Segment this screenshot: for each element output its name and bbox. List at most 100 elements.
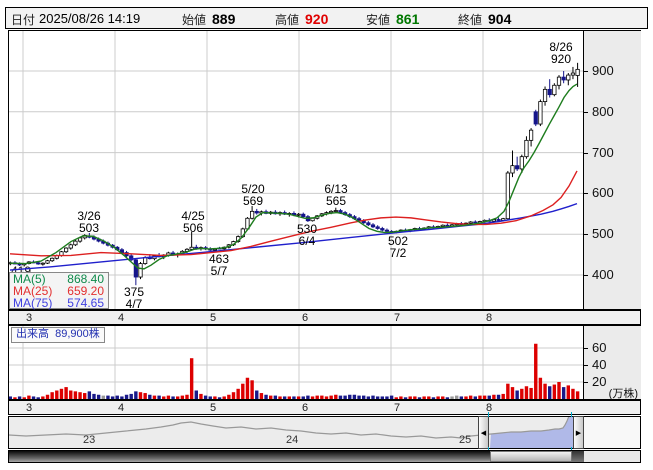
month-label: 5 — [210, 312, 217, 324]
year-label: 23 — [83, 434, 96, 446]
volume-bar — [548, 386, 552, 399]
volume-bar — [148, 394, 152, 399]
volume-bar — [348, 394, 352, 399]
volume-bar — [506, 383, 510, 399]
volume-bar — [245, 377, 250, 399]
volume-bar — [110, 396, 115, 399]
volume-bar — [362, 395, 366, 399]
year-label: 25 — [459, 434, 472, 446]
volume-bar — [213, 396, 217, 399]
volume-bar — [22, 397, 26, 399]
low-label: 安値 — [366, 13, 391, 27]
volume-bar — [455, 395, 459, 399]
volume-bar — [496, 394, 501, 399]
volume-bar — [45, 394, 50, 399]
volume-bar — [371, 395, 375, 399]
date-label: 日付 — [11, 13, 36, 27]
volume-bar — [538, 377, 543, 399]
month-label: 7 — [394, 402, 401, 414]
volume-bar — [427, 396, 431, 399]
ma75-legend-row: MA(75) 574.65 — [10, 297, 108, 309]
volume-bar — [324, 396, 329, 399]
annotation: 5/20 569 — [241, 182, 265, 208]
volume-bar — [478, 395, 482, 399]
annotation: 530 6/4 — [297, 222, 317, 248]
volume-bar — [450, 396, 454, 399]
volume-bar — [352, 394, 357, 399]
volume-bar — [50, 392, 54, 399]
candle — [296, 213, 301, 216]
annotation: 6/13 565 — [324, 182, 348, 208]
month-label: 3 — [26, 312, 33, 324]
volume-bar — [510, 387, 515, 399]
candle — [538, 101, 543, 125]
volume-bar — [292, 396, 296, 399]
range-handle-right[interactable]: ▶ — [573, 416, 584, 449]
volume-bar — [13, 397, 17, 399]
candle — [533, 111, 538, 125]
volume-bar — [306, 395, 310, 399]
volume-bar — [375, 396, 380, 399]
volume-bar — [166, 395, 171, 399]
ma75-label: MA(75) — [13, 296, 53, 310]
volume-bar — [543, 383, 547, 399]
price-tick-label: 600 — [592, 185, 614, 201]
volume-bar — [31, 396, 36, 399]
annotation: 3/26 503 — [77, 209, 101, 235]
volume-bar — [552, 384, 557, 399]
candle — [519, 156, 524, 170]
volume-bar — [236, 388, 240, 399]
volume-bar — [534, 343, 538, 399]
volume-readout: 出来高 89,900株 — [11, 327, 105, 343]
range-navigator[interactable]: ◀ ▶ 23 24 25 — [8, 413, 641, 449]
volume-bar — [557, 382, 561, 399]
volume-bar — [287, 396, 291, 399]
candle — [556, 76, 562, 86]
volume-bar — [27, 395, 31, 399]
candle — [249, 210, 255, 219]
volume-tick-label: 40 — [592, 357, 607, 372]
volume-bar — [561, 387, 566, 399]
scrollbar-thumb[interactable] — [490, 451, 572, 462]
candle — [40, 262, 45, 265]
month-label: 4 — [118, 402, 125, 414]
price-tick-label: 900 — [592, 63, 614, 78]
volume-bar — [501, 393, 505, 399]
price-tick — [584, 71, 588, 72]
volume-bar — [445, 397, 450, 399]
volume-tick — [584, 365, 588, 366]
candle — [50, 257, 55, 262]
volume-bar — [468, 395, 473, 399]
high-label: 高値 — [275, 13, 300, 27]
volume-bar — [282, 396, 287, 399]
volume-bar — [227, 394, 231, 399]
month-label: 6 — [302, 402, 309, 414]
volume-bar — [482, 395, 487, 399]
candle — [212, 248, 217, 251]
month-label: 4 — [118, 312, 125, 324]
volume-unit-label: (万株) — [608, 388, 638, 400]
candle — [73, 240, 78, 246]
volume-bar — [334, 394, 338, 399]
scrollbar[interactable] — [8, 450, 641, 463]
month-label: 7 — [394, 312, 401, 324]
volume-tick-label: 20 — [592, 374, 607, 389]
price-axis: 900 800 700 600 500 400 — [584, 31, 641, 309]
volume-bar — [231, 392, 236, 399]
candle — [138, 263, 143, 278]
right-arrow-icon: ▶ — [575, 429, 582, 437]
volume-bar — [357, 395, 361, 399]
volume-bar — [529, 387, 533, 399]
left-arrow-icon: ◀ — [480, 429, 487, 437]
volume-bar — [399, 396, 403, 399]
volume-bar — [441, 396, 445, 399]
volume-bar — [264, 394, 268, 399]
volume-bar — [320, 395, 324, 399]
volume-label: 出来高 — [16, 328, 49, 340]
volume-bar — [515, 390, 519, 399]
volume-bar — [78, 392, 82, 399]
month-label: 8 — [486, 312, 493, 324]
range-handle-left[interactable]: ◀ — [478, 416, 489, 449]
candle — [380, 228, 385, 231]
volume-bar — [83, 393, 87, 399]
